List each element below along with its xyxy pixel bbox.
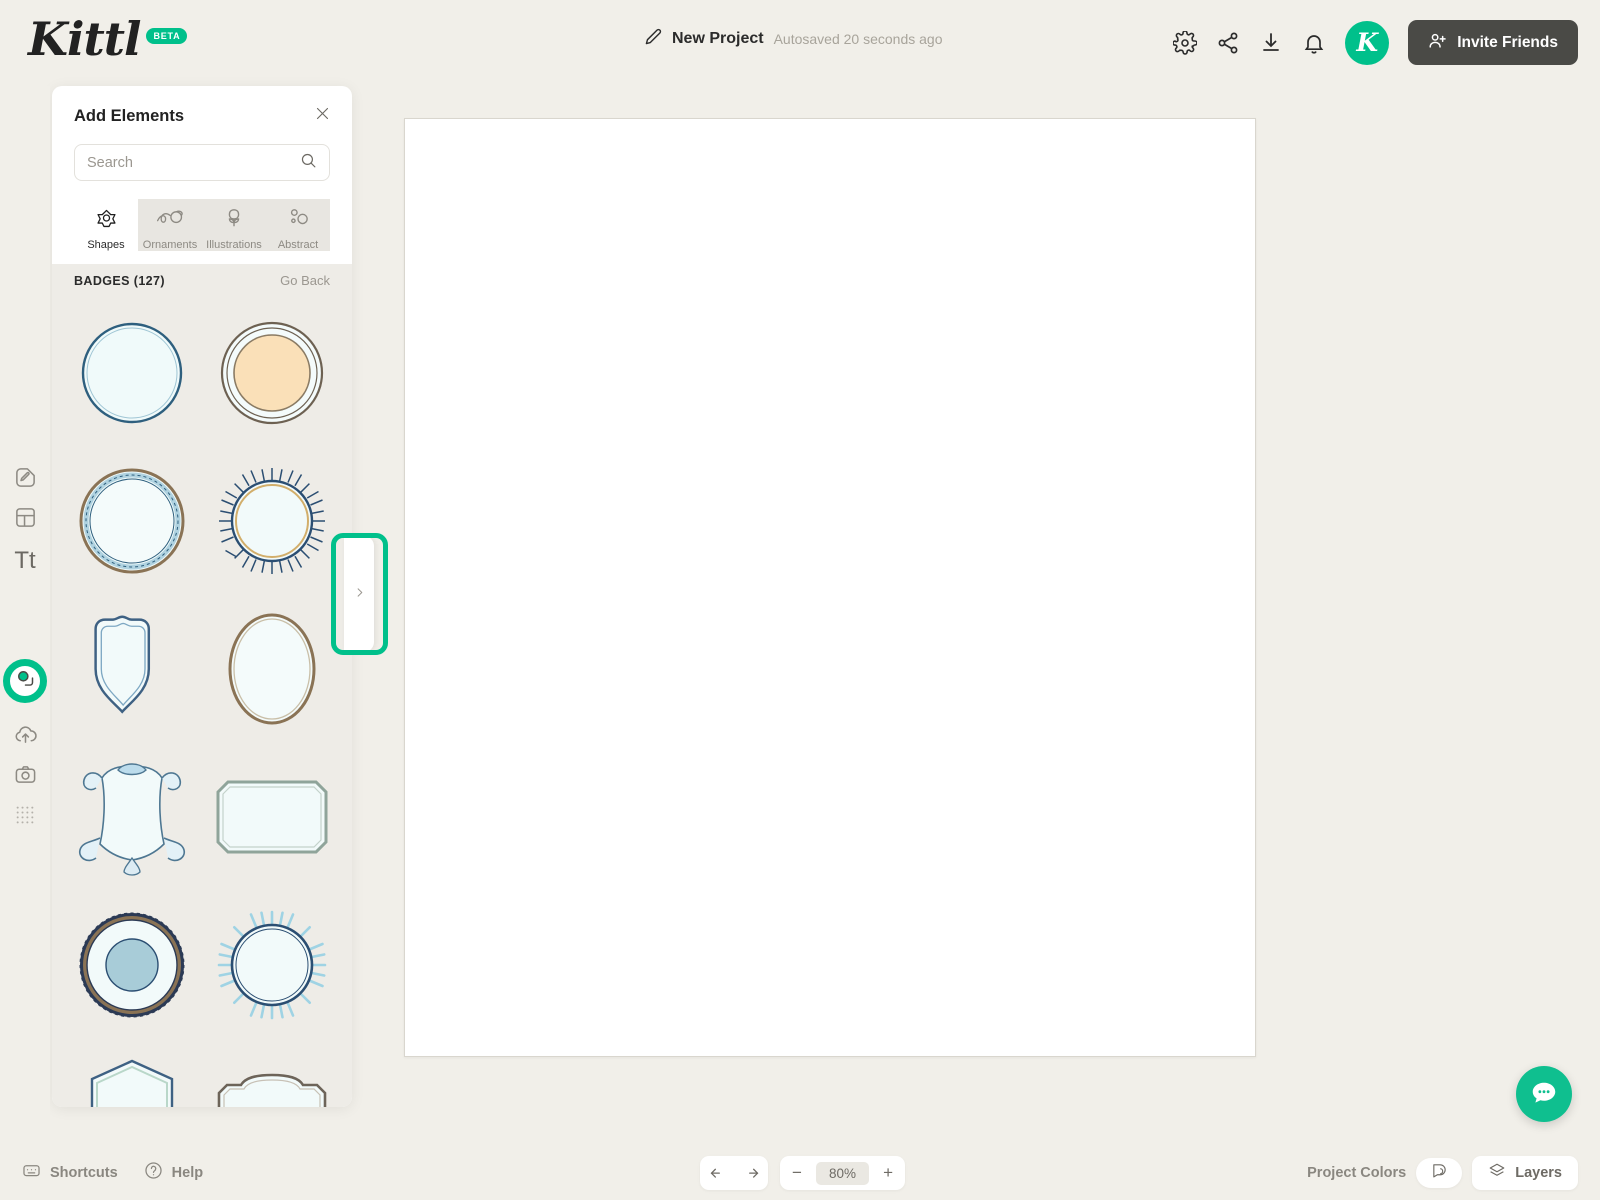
panel-handle-highlight bbox=[331, 533, 388, 655]
layers-button[interactable]: Layers bbox=[1472, 1156, 1578, 1190]
tab-abstract[interactable]: Abstract bbox=[266, 199, 330, 251]
close-icon[interactable] bbox=[315, 106, 330, 126]
layers-label: Layers bbox=[1515, 1165, 1562, 1181]
bottom-bar: Shortcuts Help − 80% + Project Colors La… bbox=[0, 1146, 1600, 1200]
element-item[interactable] bbox=[62, 451, 202, 591]
zoom-in-button[interactable]: + bbox=[871, 1156, 905, 1190]
element-item[interactable] bbox=[202, 747, 342, 887]
logo-text: Kittl bbox=[28, 12, 141, 66]
zoom-out-button[interactable]: − bbox=[780, 1156, 814, 1190]
go-back-link[interactable]: Go Back bbox=[280, 273, 330, 288]
download-icon[interactable] bbox=[1259, 31, 1283, 55]
rail-item-photos[interactable] bbox=[0, 757, 50, 797]
ornaments-icon bbox=[155, 207, 185, 234]
rail-item-uploads[interactable] bbox=[0, 717, 50, 757]
text-icon: Tt bbox=[14, 547, 36, 574]
add-user-icon bbox=[1428, 31, 1447, 55]
templates-icon bbox=[14, 506, 37, 534]
category-tabs: Shapes Ornaments Illustrations Abstract bbox=[74, 199, 330, 251]
element-item[interactable] bbox=[62, 303, 202, 443]
project-info: New Project Autosaved 20 seconds ago bbox=[645, 28, 943, 50]
undo-button[interactable] bbox=[700, 1156, 734, 1190]
question-circle-icon bbox=[144, 1161, 163, 1185]
element-item[interactable] bbox=[62, 599, 202, 739]
search-field[interactable] bbox=[74, 144, 330, 181]
tab-ornaments[interactable]: Ornaments bbox=[138, 199, 202, 251]
bottom-center-group: − 80% + bbox=[700, 1156, 906, 1190]
zoom-value[interactable]: 80% bbox=[816, 1161, 870, 1185]
project-name[interactable]: New Project bbox=[672, 30, 764, 48]
illustrations-icon bbox=[223, 207, 245, 234]
top-right-actions: K Invite Friends bbox=[1172, 20, 1578, 65]
element-item[interactable] bbox=[202, 303, 342, 443]
settings-icon[interactable] bbox=[1172, 29, 1198, 55]
tab-shapes[interactable]: Shapes bbox=[74, 199, 138, 251]
layers-icon bbox=[1488, 1162, 1506, 1184]
element-item[interactable] bbox=[202, 895, 342, 1035]
panel-header: Add Elements bbox=[52, 86, 352, 126]
search-icon[interactable] bbox=[300, 152, 317, 174]
patterns-icon bbox=[14, 804, 36, 831]
category-title: BADGES (127) bbox=[74, 273, 165, 288]
redo-button[interactable] bbox=[734, 1156, 768, 1190]
top-bar: Kittl BETA New Project Autosaved 20 seco… bbox=[0, 0, 1600, 86]
element-item[interactable] bbox=[62, 747, 202, 887]
tab-illustrations-label: Illustrations bbox=[206, 238, 262, 251]
rail-item-patterns[interactable] bbox=[0, 797, 50, 837]
tab-illustrations[interactable]: Illustrations bbox=[202, 199, 266, 251]
rail-item-design[interactable] bbox=[0, 460, 50, 500]
help-label: Help bbox=[171, 1165, 204, 1181]
element-item[interactable] bbox=[202, 1043, 342, 1107]
tab-shapes-label: Shapes bbox=[87, 238, 125, 251]
category-bar: BADGES (127) Go Back bbox=[52, 264, 352, 297]
shortcuts-label: Shortcuts bbox=[50, 1165, 118, 1181]
palette-icon bbox=[1431, 1162, 1448, 1184]
shortcuts-button[interactable]: Shortcuts bbox=[22, 1161, 118, 1185]
keyboard-icon bbox=[22, 1161, 41, 1185]
pencil-icon[interactable] bbox=[645, 28, 662, 50]
history-controls bbox=[700, 1156, 768, 1190]
design-icon bbox=[14, 466, 37, 494]
element-item[interactable] bbox=[62, 895, 202, 1035]
panel-title: Add Elements bbox=[74, 106, 185, 125]
app-logo[interactable]: Kittl BETA bbox=[28, 12, 188, 66]
autosave-status: Autosaved 20 seconds ago bbox=[773, 31, 943, 47]
upload-icon bbox=[14, 723, 37, 751]
search-input[interactable] bbox=[87, 154, 300, 171]
elements-grid bbox=[52, 297, 352, 1107]
notifications-icon[interactable] bbox=[1302, 31, 1326, 55]
left-toolbar: Tt bbox=[0, 86, 50, 1146]
bottom-right-group: Project Colors Layers bbox=[1307, 1156, 1578, 1190]
tab-ornaments-label: Ornaments bbox=[142, 238, 198, 251]
help-button[interactable]: Help bbox=[144, 1161, 203, 1185]
shapes-icon bbox=[93, 207, 120, 234]
share-icon[interactable] bbox=[1216, 31, 1240, 55]
project-colors-button[interactable] bbox=[1416, 1158, 1463, 1188]
kittl-editor: Kittl BETA New Project Autosaved 20 seco… bbox=[0, 0, 1600, 1200]
element-item[interactable] bbox=[202, 451, 342, 591]
rail-item-templates[interactable] bbox=[0, 500, 50, 540]
invite-friends-button[interactable]: Invite Friends bbox=[1408, 20, 1578, 65]
add-elements-panel: Add Elements Shapes Ornaments bbox=[52, 86, 352, 1107]
chat-support-button[interactable] bbox=[1516, 1066, 1572, 1122]
invite-friends-label: Invite Friends bbox=[1457, 33, 1558, 51]
chat-bubble-icon bbox=[1529, 1078, 1559, 1111]
tab-abstract-label: Abstract bbox=[277, 238, 319, 251]
design-canvas[interactable] bbox=[404, 118, 1256, 1057]
rail-item-text[interactable]: Tt bbox=[0, 541, 50, 581]
beta-badge: BETA bbox=[146, 28, 188, 44]
photos-icon bbox=[14, 763, 37, 791]
avatar[interactable]: K bbox=[1345, 20, 1390, 65]
rail-item-elements[interactable] bbox=[3, 659, 47, 703]
bottom-left-group: Shortcuts Help bbox=[22, 1161, 203, 1185]
elements-icon bbox=[15, 668, 36, 694]
element-item[interactable] bbox=[62, 1043, 202, 1107]
project-colors-label: Project Colors bbox=[1307, 1165, 1407, 1181]
element-item[interactable] bbox=[202, 599, 342, 739]
zoom-controls: − 80% + bbox=[780, 1156, 906, 1190]
abstract-icon bbox=[287, 207, 309, 234]
